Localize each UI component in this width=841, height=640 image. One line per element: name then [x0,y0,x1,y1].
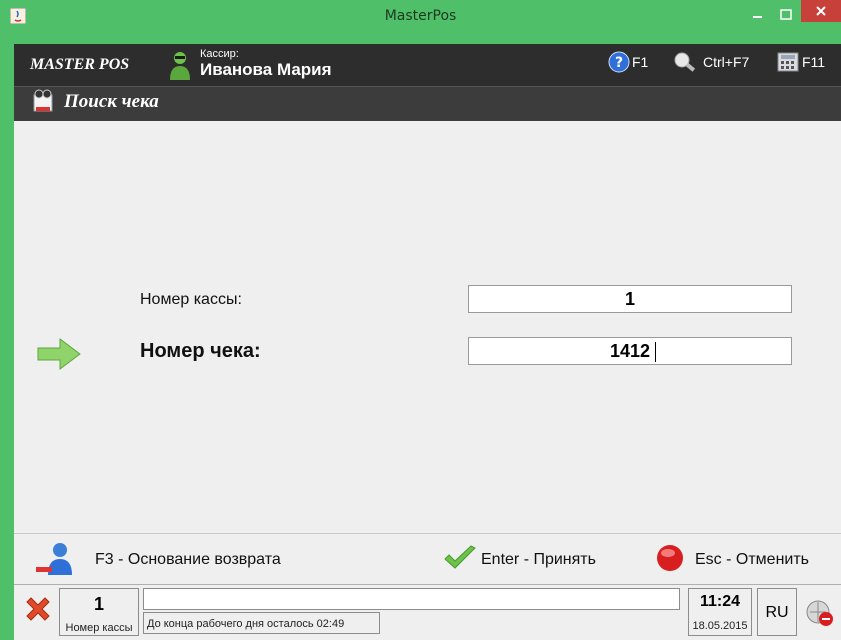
clock-time: 11:24 [699,593,741,610]
kassa-number-label: Номер кассы: [140,291,242,308]
maximize-button[interactable] [775,4,797,26]
minimize-button[interactable] [747,4,769,26]
close-button[interactable] [801,0,841,22]
window-titlebar: MasterPos [0,0,841,34]
server-disconnected-icon[interactable] [805,598,835,628]
kassa-number-input[interactable]: 1 [468,285,792,313]
accept-button[interactable]: Enter - Принять [443,543,623,577]
cashier-user-icon [170,52,190,80]
cashier-name: Иванова Мария [200,60,332,79]
check-number-input[interactable]: 1412 [468,337,792,365]
hotkey-calculator-label: F11 [802,54,826,70]
hotkey-search-label: Ctrl+F7 [703,54,750,70]
screen-title: Поиск чека [64,91,159,112]
svg-text:?: ? [615,55,623,71]
checkmark-icon [444,545,476,569]
hotkey-help-label: F1 [632,54,649,70]
arrow-right-icon [37,338,81,370]
return-reason-button[interactable]: F3 - Основание возврата [34,541,294,581]
window-title: MasterPos [384,8,457,24]
stop-icon [657,545,683,571]
search-icon [674,52,696,72]
cancel-label: Esc - Отменить [695,551,809,568]
text-caret [655,342,656,362]
cashier-label: Кассир: [200,48,239,60]
clock-date: 18.05.2015 [692,620,748,632]
java-app-icon [10,8,26,24]
kassa-number-caption: Номер кассы [65,622,133,634]
language-indicator: RU [765,604,789,621]
cancel-button[interactable]: Esc - Отменить [655,543,835,577]
calculator-icon [777,52,799,72]
accept-label: Enter - Принять [481,551,596,568]
message-panel [143,588,680,610]
return-reason-label: F3 - Основание возврата [95,551,281,568]
check-number-label: Номер чека: [140,340,261,362]
receipt-search-icon [33,89,53,112]
workday-remaining-text: До конца рабочего дня осталось 02:49 [147,618,345,630]
brand-logo: MASTER POS [30,56,130,73]
close-shift-icon[interactable] [22,593,54,625]
action-bar-divider [14,533,841,534]
kassa-number-value: 1 [93,594,104,614]
return-user-icon [36,543,72,575]
help-icon: ? [608,51,630,73]
